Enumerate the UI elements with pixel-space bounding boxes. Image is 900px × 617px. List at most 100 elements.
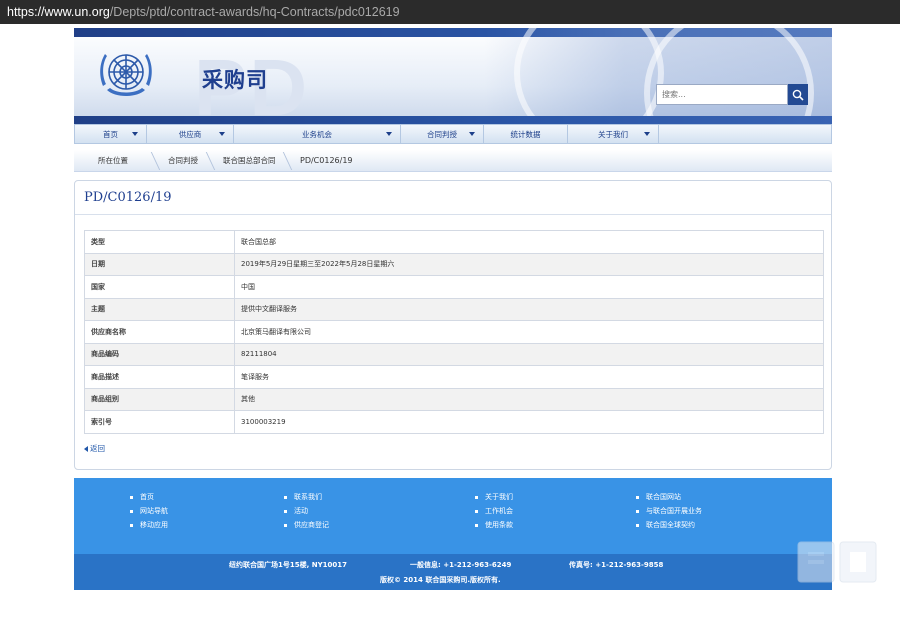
breadcrumb-label: 所在位置 <box>98 156 128 165</box>
search-input[interactable] <box>656 84 788 105</box>
table-row: 商品组别 其他 <box>84 387 824 411</box>
footer-fax: 传真号: +1-212-963-9858 <box>569 561 664 569</box>
footer-copyright: 版权© 2014 联合国采购司.版权所有. <box>380 576 501 584</box>
nav-business-opportunities[interactable]: 业务机会 <box>234 125 401 143</box>
row-value: 其他 <box>234 387 824 411</box>
footer-link-label: 联合国全球契约 <box>646 521 695 529</box>
bullet-icon <box>636 523 639 527</box>
search-icon <box>792 89 804 101</box>
page-title: PD/C0126/19 <box>84 190 172 205</box>
row-value: 2019年5月29日星期三至2022年5月28日星期六 <box>234 252 824 276</box>
bullet-icon <box>475 509 478 513</box>
contract-details-table: 类型 联合国总部 日期 2019年5月29日星期三至2022年5月28日星期六 国家… <box>84 230 824 434</box>
footer-link-label: 联系我们 <box>294 493 322 501</box>
row-key: 索引号 <box>84 410 235 434</box>
footer-column: 关于我们 工作机会 使用条款 <box>475 490 513 532</box>
nav-suppliers[interactable]: 供应商 <box>147 125 234 143</box>
url-path: /Depts/ptd/contract-awards/hq-Contracts/… <box>109 5 400 19</box>
breadcrumb-hq-contracts[interactable]: 联合国总部合同 <box>211 150 288 172</box>
chevron-down-icon <box>386 132 392 136</box>
back-link[interactable]: 返回 <box>84 443 105 454</box>
main-nav: 首页 供应商 业务机会 合同判授 统计数据 关于我们 <box>74 124 832 144</box>
footer-link[interactable]: 供应商登记 <box>284 518 329 532</box>
row-value: 联合国总部 <box>234 230 824 254</box>
bullet-icon <box>636 509 639 513</box>
row-key: 商品编码 <box>84 342 235 366</box>
chevron-down-icon <box>219 132 225 136</box>
footer-link[interactable]: 联系我们 <box>284 490 329 504</box>
title-divider <box>75 214 831 215</box>
search-button[interactable] <box>788 84 808 105</box>
url-host: https://www.un.org <box>7 5 110 19</box>
bullet-icon <box>130 523 133 527</box>
footer-link[interactable]: 关于我们 <box>475 490 513 504</box>
footer-link[interactable]: 网站导航 <box>130 504 168 518</box>
footer-column: 联合国网站 与联合国开展业务 联合国全球契约 <box>636 490 702 532</box>
nav-label: 首页 <box>103 129 118 139</box>
chevron-down-icon <box>469 132 475 136</box>
table-row: 主题 提供中文翻译服务 <box>84 297 824 321</box>
nav-label: 业务机会 <box>302 129 332 139</box>
footer-link[interactable]: 移动应用 <box>130 518 168 532</box>
back-label: 返回 <box>90 444 105 453</box>
nav-label: 供应商 <box>178 129 202 139</box>
row-value: 3100003219 <box>234 410 824 434</box>
bullet-icon <box>284 509 287 513</box>
footer-link[interactable]: 联合国全球契约 <box>636 518 702 532</box>
caret-left-icon <box>84 445 88 452</box>
bullet-icon <box>636 495 639 499</box>
bullet-icon <box>130 495 133 499</box>
table-row: 商品编码 82111804 <box>84 342 824 366</box>
row-key: 主题 <box>84 297 235 321</box>
search-box <box>656 84 808 105</box>
table-row: 类型 联合国总部 <box>84 230 824 254</box>
un-emblem-icon[interactable] <box>95 46 157 102</box>
row-key: 商品描述 <box>84 365 235 389</box>
footer-link[interactable]: 首页 <box>130 490 168 504</box>
breadcrumb-you-are-here: 所在位置 <box>74 150 156 172</box>
nav-home[interactable]: 首页 <box>75 125 147 143</box>
contract-card: PD/C0126/19 类型 联合国总部 日期 2019年5月29日星期三至2022… <box>74 180 832 470</box>
footer-link[interactable]: 联合国网站 <box>636 490 702 504</box>
nav-statistics[interactable]: 统计数据 <box>484 125 568 143</box>
nav-about-us[interactable]: 关于我们 <box>568 125 659 143</box>
breadcrumb-current: PD/C0126/19 <box>288 150 365 172</box>
address-bar[interactable]: https://www.un.org/Depts/ptd/contract-aw… <box>0 0 900 24</box>
footer-link-label: 与联合国开展业务 <box>646 507 702 515</box>
nav-label: 关于我们 <box>598 129 628 139</box>
footer-link[interactable]: 与联合国开展业务 <box>636 504 702 518</box>
footer-link-label: 关于我们 <box>485 493 513 501</box>
footer-link-label: 活动 <box>294 507 308 515</box>
footer-general-info: 一般信息: +1-212-963-6249 <box>410 561 512 569</box>
footer-link[interactable]: 工作机会 <box>475 504 513 518</box>
row-key: 商品组别 <box>84 387 235 411</box>
nav-contract-awards[interactable]: 合同判授 <box>401 125 484 143</box>
footer-link[interactable]: 使用条款 <box>475 518 513 532</box>
footer-link-label: 联合国网站 <box>646 493 681 501</box>
nav-label: 统计数据 <box>510 129 541 139</box>
breadcrumb-label: PD/C0126/19 <box>300 156 353 165</box>
footer-link-label: 使用条款 <box>485 521 513 529</box>
row-key: 类型 <box>84 230 235 254</box>
bullet-icon <box>130 509 133 513</box>
row-value: 82111804 <box>234 342 824 366</box>
footer-link[interactable]: 活动 <box>284 504 329 518</box>
row-value: 中国 <box>234 275 824 299</box>
footer-column: 联系我们 活动 供应商登记 <box>284 490 329 532</box>
banner-watermark <box>484 28 832 125</box>
bullet-icon <box>284 523 287 527</box>
page: PD 采购司 搜索... 首页 供应商 业务机会 合同判授 统计数据 关于我们 … <box>68 24 838 590</box>
footer-link-label: 移动应用 <box>140 521 168 529</box>
chevron-down-icon <box>644 132 650 136</box>
breadcrumb-contract-awards[interactable]: 合同判授 <box>156 150 211 172</box>
nav-label: 合同判授 <box>427 129 457 139</box>
chevron-down-icon <box>132 132 138 136</box>
row-value: 北京策马翻译有限公司 <box>234 320 824 344</box>
breadcrumb-label: 合同判授 <box>168 156 198 165</box>
site-title[interactable]: 采购司 <box>202 64 268 94</box>
bullet-icon <box>475 523 478 527</box>
footer-link-label: 首页 <box>140 493 154 501</box>
table-row: 商品描述 笔译服务 <box>84 365 824 389</box>
row-key: 供应商名称 <box>84 320 235 344</box>
footer-link-label: 网站导航 <box>140 507 168 515</box>
